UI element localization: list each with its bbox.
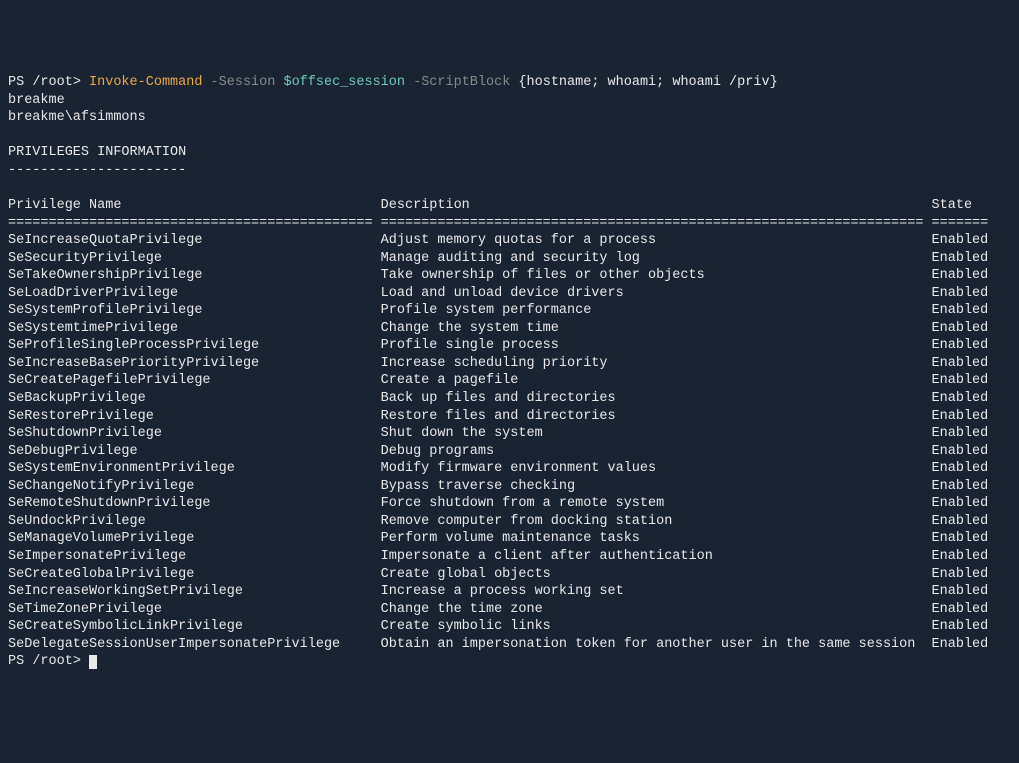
table-row: SeCreatePagefilePrivilege Create a pagef… bbox=[8, 372, 1011, 390]
table-row: SeProfileSingleProcessPrivilege Profile … bbox=[8, 337, 1011, 355]
table-row: SeLoadDriverPrivilege Load and unload de… bbox=[8, 285, 1011, 303]
table-row: SeShutdownPrivilege Shut down the system… bbox=[8, 425, 1011, 443]
table-row: SeManageVolumePrivilege Perform volume m… bbox=[8, 530, 1011, 548]
table-row: SeBackupPrivilege Back up files and dire… bbox=[8, 390, 1011, 408]
table-divider: ========================================… bbox=[8, 215, 1011, 233]
cmd-param-session: -Session bbox=[202, 75, 283, 90]
table-row: SeSecurityPrivilege Manage auditing and … bbox=[8, 250, 1011, 268]
table-row: SeUndockPrivilege Remove computer from d… bbox=[8, 513, 1011, 531]
terminal-output[interactable]: PS /root> Invoke-Command -Session $offse… bbox=[8, 74, 1011, 671]
cmdlet-name: Invoke-Command bbox=[89, 75, 202, 90]
prompt-ps: PS bbox=[8, 75, 32, 90]
table-row: SeDelegateSessionUserImpersonatePrivileg… bbox=[8, 636, 1011, 654]
blank-line bbox=[8, 127, 1011, 145]
prompt-path: /root> bbox=[32, 75, 89, 90]
table-row: SeIncreaseBasePriorityPrivilege Increase… bbox=[8, 355, 1011, 373]
table-row: SeCreateGlobalPrivilege Create global ob… bbox=[8, 566, 1011, 584]
command-line-2[interactable]: PS /root> bbox=[8, 653, 1011, 671]
table-row: SeIncreaseWorkingSetPrivilege Increase a… bbox=[8, 583, 1011, 601]
cmd-scriptblock: {hostname; whoami; whoami /priv} bbox=[518, 75, 777, 90]
blank-line bbox=[8, 179, 1011, 197]
command-line-1: PS /root> Invoke-Command -Session $offse… bbox=[8, 74, 1011, 92]
table-row: SeSystemEnvironmentPrivilege Modify firm… bbox=[8, 460, 1011, 478]
table-row: SeRestorePrivilege Restore files and dir… bbox=[8, 408, 1011, 426]
table-row: SeSystemProfilePrivilege Profile system … bbox=[8, 302, 1011, 320]
table-row: SeIncreaseQuotaPrivilege Adjust memory q… bbox=[8, 232, 1011, 250]
cmd-variable: $offsec_session bbox=[283, 75, 405, 90]
table-row: SeChangeNotifyPrivilege Bypass traverse … bbox=[8, 478, 1011, 496]
section-underline: ---------------------- bbox=[8, 162, 1011, 180]
table-row: SeRemoteShutdownPrivilege Force shutdown… bbox=[8, 495, 1011, 513]
output-whoami: breakme\afsimmons bbox=[8, 109, 1011, 127]
table-row: SeTakeOwnershipPrivilege Take ownership … bbox=[8, 267, 1011, 285]
table-row: SeDebugPrivilege Debug programs Enabled bbox=[8, 443, 1011, 461]
cmd-param-scriptblock: -ScriptBlock bbox=[405, 75, 518, 90]
table-row: SeSystemtimePrivilege Change the system … bbox=[8, 320, 1011, 338]
output-hostname: breakme bbox=[8, 92, 1011, 110]
cursor-icon bbox=[89, 655, 97, 669]
table-row: SeImpersonatePrivilege Impersonate a cli… bbox=[8, 548, 1011, 566]
table-header: Privilege Name Description State bbox=[8, 197, 1011, 215]
table-row: SeCreateSymbolicLinkPrivilege Create sym… bbox=[8, 618, 1011, 636]
table-row: SeTimeZonePrivilege Change the time zone… bbox=[8, 601, 1011, 619]
prompt-path: /root> bbox=[32, 654, 89, 669]
section-title: PRIVILEGES INFORMATION bbox=[8, 144, 1011, 162]
prompt-ps: PS bbox=[8, 654, 32, 669]
